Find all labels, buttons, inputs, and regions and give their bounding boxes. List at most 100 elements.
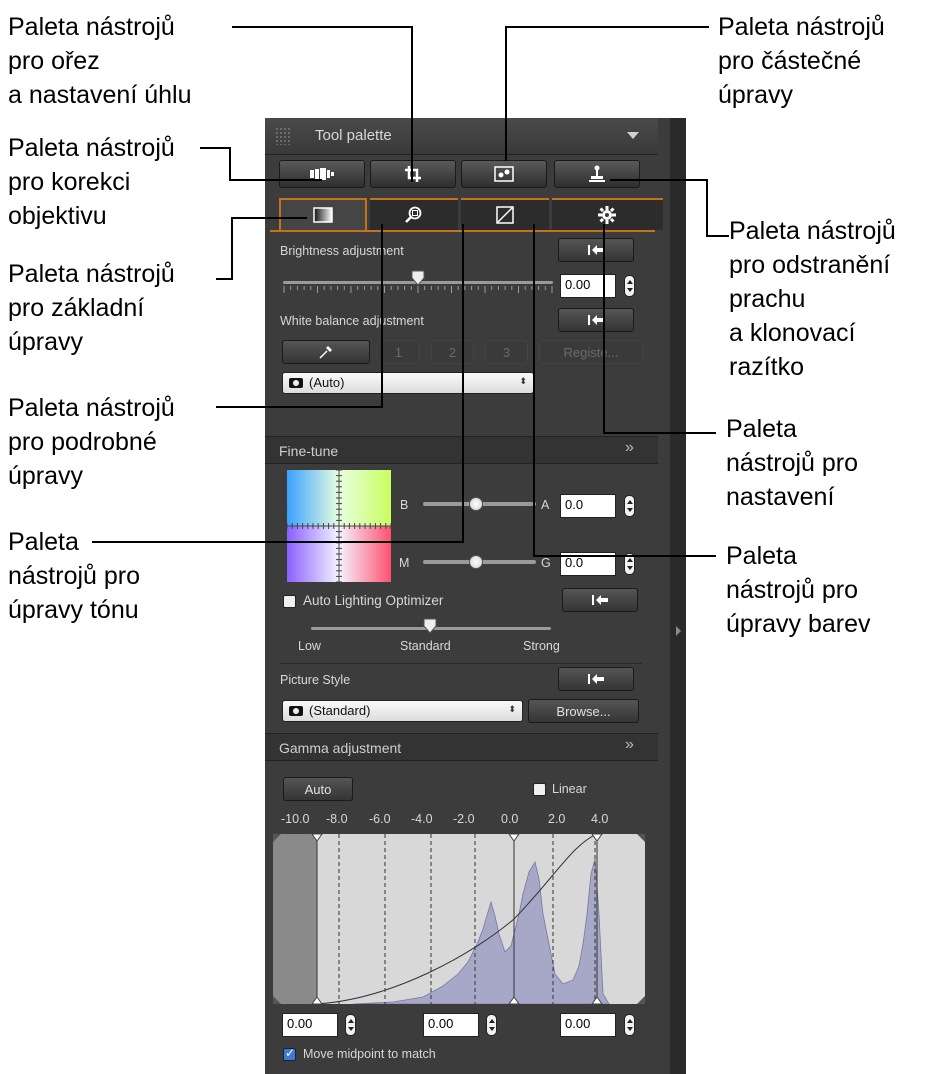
brightness-label: Brightness adjustment: [280, 244, 404, 258]
wb-preset-3-button[interactable]: 3: [485, 340, 528, 364]
camera-icon: [289, 378, 303, 388]
collapse-chevron-icon[interactable]: »: [625, 736, 634, 754]
tab-underline: [270, 230, 655, 232]
callout-basic-adjust-palette: Paleta nástrojů pro základní úpravy: [8, 260, 175, 356]
crop-icon: [405, 166, 421, 182]
gamma-header[interactable]: Gamma adjustment »: [265, 733, 658, 761]
partial-adjust-button[interactable]: [461, 160, 547, 188]
fine-tune-header[interactable]: Fine-tune »: [265, 436, 658, 464]
ba-stepper[interactable]: [624, 495, 635, 517]
mg-slider-knob[interactable]: [469, 555, 483, 569]
midpoint-checkbox[interactable]: [283, 1046, 296, 1061]
linear-label: Linear: [552, 782, 587, 796]
brightness-reset-button[interactable]: [558, 238, 634, 262]
lens-correction-button[interactable]: [279, 160, 365, 188]
lens-correction-icon: [310, 168, 334, 180]
alo-reset-button[interactable]: [562, 588, 638, 612]
reset-icon: [588, 315, 604, 325]
alo-level-standard: Standard: [400, 639, 451, 653]
gamma-tick: -6.0: [369, 812, 391, 826]
stamp-icon: [589, 165, 605, 182]
picture-style-selected: (Standard): [309, 703, 371, 718]
picture-style-select[interactable]: (Standard) ⬍: [282, 700, 523, 722]
callout-partial-adjust-palette: Paleta nástrojů pro částečné úpravy: [718, 13, 885, 109]
divider: [279, 663, 642, 664]
select-arrows-icon: ⬍: [519, 376, 527, 386]
white-balance-label: White balance adjustment: [280, 314, 424, 328]
browse-button[interactable]: Browse...: [528, 699, 639, 723]
alo-label: Auto Lighting Optimizer: [303, 593, 444, 608]
dust-stamp-button[interactable]: [554, 160, 640, 188]
tab-settings[interactable]: [563, 198, 651, 230]
picture-style-reset-button[interactable]: [558, 667, 634, 691]
fine-tune-color-grid[interactable]: [287, 470, 391, 582]
detail-adjust-icon: [405, 206, 422, 223]
partial-adjust-icon: [494, 166, 514, 182]
callout-settings-palette: Paleta nástrojů pro nastavení: [726, 415, 859, 511]
wb-register-button[interactable]: Registe...: [539, 340, 643, 364]
linear-checkbox[interactable]: [533, 783, 546, 796]
gamma-tick: -4.0: [411, 812, 433, 826]
mg-stepper[interactable]: [624, 553, 635, 575]
crop-angle-button[interactable]: [370, 160, 456, 188]
brightness-stepper[interactable]: [624, 275, 635, 297]
palette-titlebar[interactable]: Tool palette: [265, 118, 658, 155]
gamma-white-stepper[interactable]: [624, 1014, 635, 1036]
alo-level-strong: Strong: [523, 639, 560, 653]
midpoint-label: Move midpoint to match: [303, 1047, 436, 1061]
settings-icon: [598, 206, 616, 224]
wb-preset-1-button[interactable]: 1: [377, 340, 420, 364]
eyedropper-icon: [319, 346, 332, 359]
gamma-mid-stepper[interactable]: [486, 1014, 497, 1036]
tone-adjust-icon: [496, 206, 514, 224]
callout-crop-palette: Paleta nástrojů pro ořez a nastavení úhl…: [8, 13, 192, 109]
tool-palette: Tool palette Brightness adjustment 0.00 …: [265, 118, 670, 1074]
mg-value-field[interactable]: 0.0: [560, 552, 616, 576]
reset-icon: [592, 595, 608, 605]
callout-color-adjust-palette: Paleta nástrojů pro úpravy barev: [726, 542, 871, 638]
fine-tune-title: Fine-tune: [279, 443, 339, 459]
gamma-auto-button[interactable]: Auto: [283, 777, 353, 801]
collapse-chevron-icon[interactable]: »: [625, 439, 634, 457]
fine-tune-m-label: M: [399, 556, 410, 570]
gamma-white-value-field[interactable]: 0.00: [560, 1013, 616, 1037]
gamma-histogram-graph[interactable]: [273, 834, 645, 1004]
gamma-tick: 2.0: [548, 812, 566, 826]
gamma-black-value-field[interactable]: 0.00: [282, 1013, 338, 1037]
gamma-tick: 0.0: [501, 812, 519, 826]
gamma-tick: 4.0: [591, 812, 609, 826]
fine-tune-a-label: A: [541, 498, 550, 512]
tab-tone-adjust[interactable]: [461, 198, 549, 230]
white-balance-reset-button[interactable]: [558, 308, 634, 332]
alo-level-low: Low: [298, 639, 321, 653]
alo-slider-knob[interactable]: [423, 618, 437, 634]
brightness-slider-knob[interactable]: [411, 270, 425, 286]
gamma-mid-value-field[interactable]: 0.00: [423, 1013, 479, 1037]
eyedropper-button[interactable]: [282, 340, 370, 364]
palette-menu-dropdown-icon[interactable]: [627, 132, 639, 139]
gamma-tick: -10.0: [281, 812, 310, 826]
fine-tune-g-label: G: [541, 556, 551, 570]
select-arrows-icon: ⬍: [508, 704, 516, 714]
camera-icon: [289, 706, 303, 716]
reset-icon: [588, 674, 604, 684]
white-balance-select[interactable]: (Auto) ⬍: [282, 372, 534, 394]
ba-value-field[interactable]: 0.0: [560, 494, 616, 518]
alo-checkbox[interactable]: [283, 595, 296, 608]
ba-slider-knob[interactable]: [469, 497, 483, 511]
gamma-title: Gamma adjustment: [279, 740, 402, 756]
brightness-slider-ticks: [283, 286, 553, 293]
grip-icon[interactable]: [275, 127, 291, 145]
tab-detail-adjust[interactable]: [370, 198, 458, 230]
white-balance-selected: (Auto): [309, 375, 345, 390]
reset-icon: [588, 245, 604, 255]
gamma-tick: -8.0: [326, 812, 348, 826]
brightness-value-field[interactable]: 0.00: [560, 274, 616, 298]
callout-dust-stamp-palette: Paleta nástrojů pro odstranění prachu a …: [729, 217, 896, 381]
palette-title: Tool palette: [315, 127, 392, 144]
gamma-black-stepper[interactable]: [345, 1014, 356, 1036]
wb-preset-2-button[interactable]: 2: [431, 340, 474, 364]
expand-arrow-icon[interactable]: [676, 626, 681, 636]
picture-style-label: Picture Style: [280, 673, 351, 687]
tab-basic-adjust[interactable]: [279, 198, 367, 230]
